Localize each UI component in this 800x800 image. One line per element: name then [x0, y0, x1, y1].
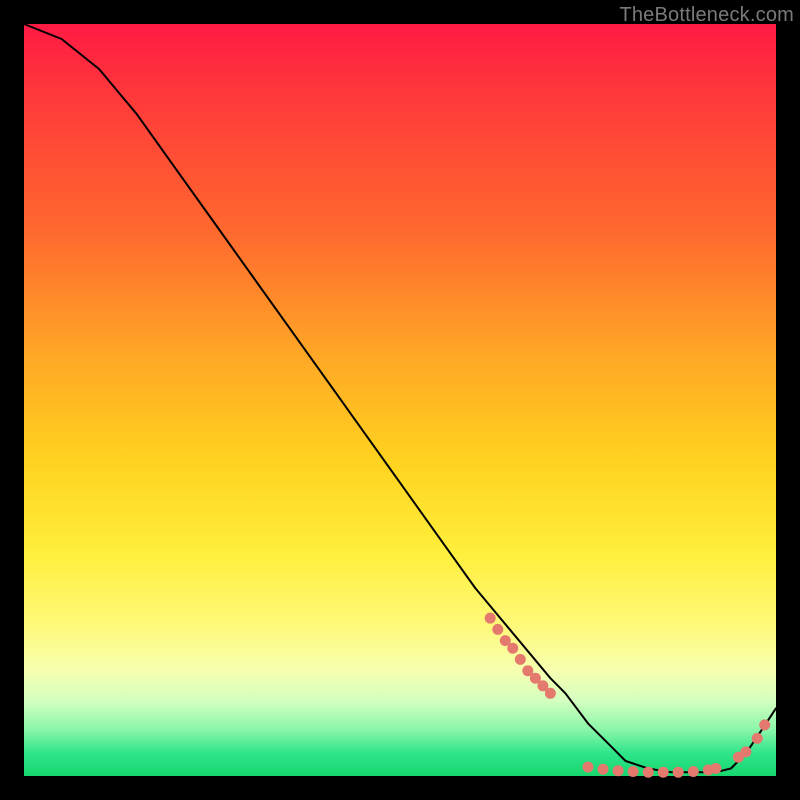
data-dot — [507, 643, 518, 654]
data-dot — [583, 762, 594, 773]
data-dot — [598, 764, 609, 775]
data-dot — [658, 767, 669, 778]
data-dot — [759, 719, 770, 730]
data-dot — [545, 688, 556, 699]
curve-layer — [24, 24, 776, 776]
data-dot — [492, 624, 503, 635]
data-dot — [688, 766, 699, 777]
data-dot — [740, 746, 751, 757]
data-dots — [485, 613, 771, 778]
data-dot — [752, 733, 763, 744]
data-dot — [485, 613, 496, 624]
bottleneck-curve — [24, 24, 776, 772]
data-dot — [515, 654, 526, 665]
data-dot — [613, 765, 624, 776]
data-dot — [643, 767, 654, 778]
data-dot — [673, 767, 684, 778]
chart-frame — [24, 24, 776, 776]
data-dot — [710, 763, 721, 774]
data-dot — [628, 766, 639, 777]
